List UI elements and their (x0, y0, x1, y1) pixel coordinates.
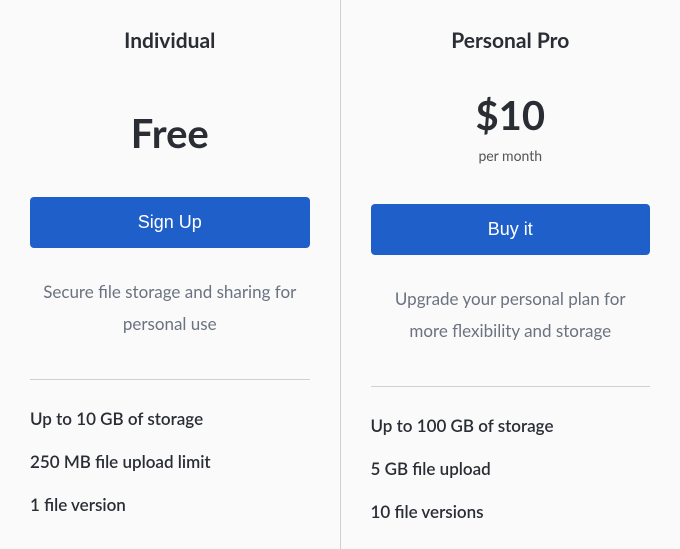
feature-item: Up to 100 GB of storage (371, 415, 651, 436)
divider (371, 386, 651, 387)
plan-period: per month (371, 147, 651, 164)
plan-description: Secure file storage and sharing for pers… (30, 276, 310, 341)
signup-button[interactable]: Sign Up (30, 197, 310, 248)
plan-name: Personal Pro (371, 28, 651, 53)
feature-item: 10 file versions (371, 501, 651, 522)
plan-description: Upgrade your personal plan for more flex… (371, 283, 651, 348)
feature-item: 1 file version (30, 494, 310, 515)
feature-item: 250 MB file upload limit (30, 451, 310, 472)
buy-button[interactable]: Buy it (371, 204, 651, 255)
plan-name: Individual (30, 28, 310, 53)
feature-list: Up to 10 GB of storage 250 MB file uploa… (30, 408, 310, 537)
plan-card-personal-pro: Personal Pro $10 per month Buy it Upgrad… (341, 0, 680, 549)
plan-price: $10 (371, 91, 651, 139)
feature-item: Up to 10 GB of storage (30, 408, 310, 429)
divider (30, 379, 310, 380)
feature-list: Up to 100 GB of storage 5 GB file upload… (371, 415, 651, 544)
plan-card-individual: Individual Free Sign Up Secure file stor… (0, 0, 340, 549)
plan-price: Free (30, 109, 310, 157)
feature-item: 5 GB file upload (371, 458, 651, 479)
pricing-container: Individual Free Sign Up Secure file stor… (0, 0, 680, 549)
